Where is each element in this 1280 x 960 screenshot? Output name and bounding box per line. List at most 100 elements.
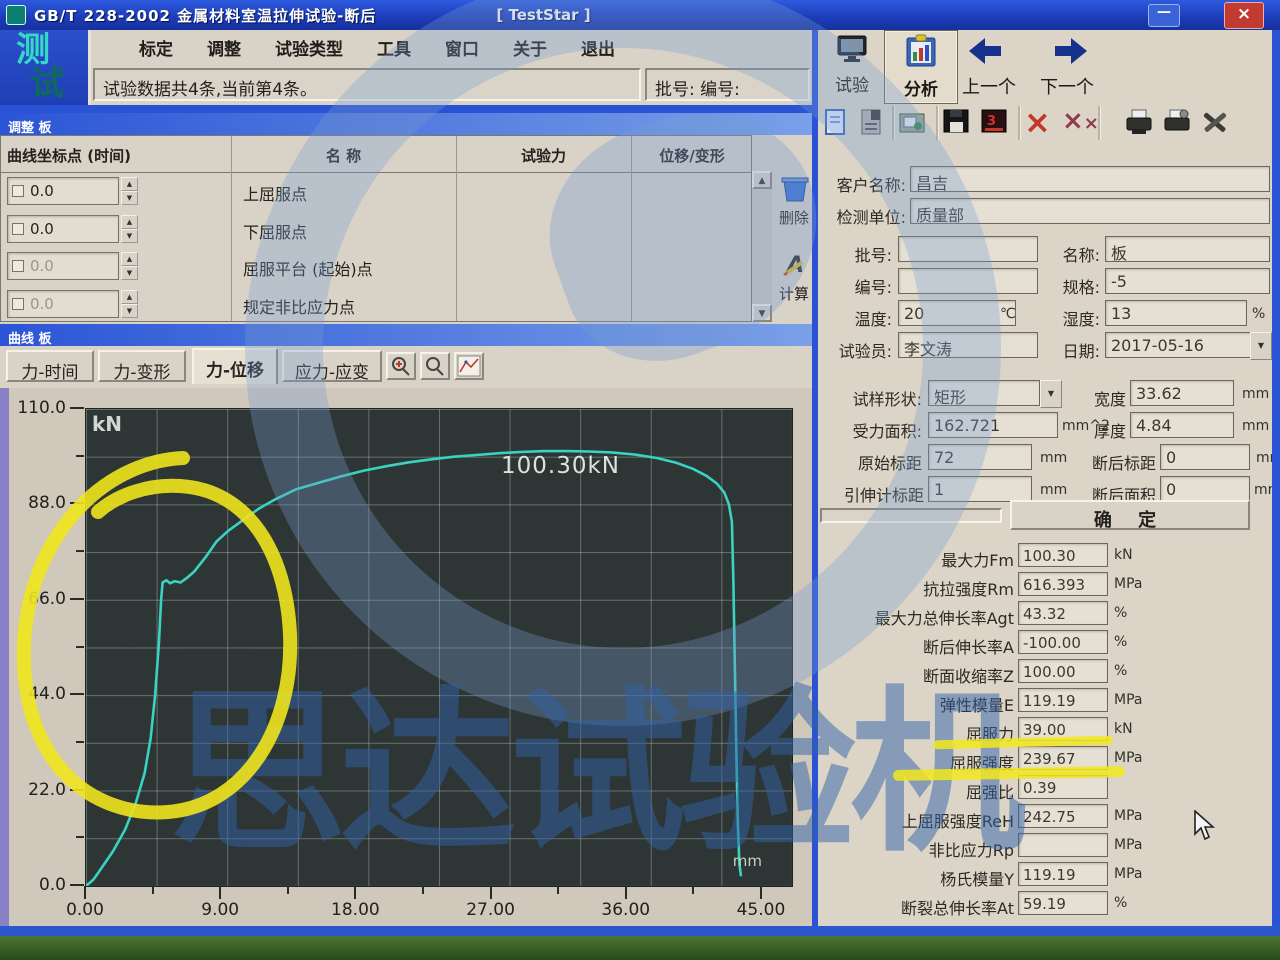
sample-spec-field[interactable]: -5 <box>1105 268 1270 294</box>
result-value-field[interactable]: 119.19 <box>1018 688 1108 712</box>
delete-icon[interactable]: × <box>1024 108 1054 138</box>
export-image-icon[interactable] <box>898 108 928 138</box>
previous-record-button[interactable]: 上一个 <box>956 36 1022 99</box>
chevron-down-icon[interactable]: ▼ <box>1040 380 1062 408</box>
toolbar-separator <box>1098 106 1101 140</box>
menu-item-5[interactable]: 窗口 <box>445 35 479 60</box>
menu-item-3[interactable]: 试验类型 <box>275 35 343 60</box>
save-html-icon[interactable]: 3 <box>980 108 1010 138</box>
checkbox[interactable] <box>12 298 24 310</box>
chevron-down-icon[interactable]: ▼ <box>1250 332 1272 360</box>
app-logo-char-1: 测 <box>16 33 50 67</box>
y-tick-minor <box>76 646 84 648</box>
spinner-down-icon[interactable]: ▼ <box>121 191 138 205</box>
column-header-4: 位移/变形 <box>631 145 753 166</box>
curve-marker-icon[interactable] <box>454 352 484 380</box>
humidity-field[interactable]: 13 <box>1105 300 1247 326</box>
column-divider <box>231 136 232 321</box>
result-value-field[interactable]: -100.00 <box>1018 630 1108 654</box>
specimen-shape-field[interactable]: 矩形 <box>928 380 1040 406</box>
value-spinner[interactable]: ▲▼ <box>121 252 138 278</box>
result-value-field[interactable]: 119.19 <box>1018 862 1108 886</box>
result-unit: MPa <box>1114 576 1142 592</box>
menu-item-7[interactable]: 退出 <box>581 35 615 60</box>
checkbox[interactable] <box>12 223 24 235</box>
result-label: 最大力Fm <box>818 547 1014 571</box>
after-gauge-field[interactable]: 0 <box>1160 444 1250 470</box>
close-button[interactable]: × <box>1224 2 1264 29</box>
test-date-field[interactable]: 2017-05-16 <box>1105 332 1251 358</box>
time-value-field[interactable]: 0.0 <box>7 252 119 280</box>
new-document-icon[interactable] <box>822 108 852 138</box>
scroll-up-icon[interactable]: ▲ <box>752 171 772 189</box>
spinner-up-icon[interactable]: ▲ <box>121 215 138 229</box>
value-spinner[interactable]: ▲▼ <box>121 215 138 241</box>
result-value-field[interactable]: 0.39 <box>1018 775 1108 799</box>
next-record-label: 下一个 <box>1034 73 1100 99</box>
result-value-field[interactable]: 242.75 <box>1018 804 1108 828</box>
value-spinner[interactable]: ▲▼ <box>121 290 138 316</box>
menu-item-4[interactable]: 工具 <box>377 35 411 60</box>
result-value-field[interactable]: 59.19 <box>1018 891 1108 915</box>
result-value-field[interactable]: 39.00 <box>1018 717 1108 741</box>
tools-icon[interactable] <box>1200 108 1230 138</box>
spinner-up-icon[interactable]: ▲ <box>121 177 138 191</box>
batch-number-field[interactable] <box>898 236 1038 262</box>
spinner-down-icon[interactable]: ▼ <box>121 266 138 280</box>
print-icon[interactable] <box>1124 108 1154 138</box>
time-value-field[interactable]: 0.0 <box>7 290 119 318</box>
table-scrollbar[interactable]: ▲▼ <box>752 171 772 322</box>
tab-应力-应变[interactable]: 应力-应变 <box>282 350 382 382</box>
spinner-down-icon[interactable]: ▼ <box>121 229 138 243</box>
result-value-field[interactable]: 100.00 <box>1018 659 1108 683</box>
value-spinner[interactable]: ▲▼ <box>121 177 138 203</box>
specimen-thickness-field[interactable]: 4.84 <box>1130 412 1234 438</box>
menu-item-6[interactable]: 关于 <box>513 35 547 60</box>
test-mode-button[interactable]: 试验 <box>824 34 880 96</box>
checkbox[interactable] <box>12 260 24 272</box>
delete-button[interactable]: 删除 <box>776 175 814 233</box>
zoom-in-icon[interactable] <box>386 352 416 380</box>
tab-力-时间[interactable]: 力-时间 <box>6 350 94 382</box>
save-icon[interactable] <box>942 108 972 138</box>
spinner-down-icon[interactable]: ▼ <box>121 304 138 318</box>
tab-力-变形[interactable]: 力-变形 <box>98 350 186 382</box>
result-value-field[interactable]: 43.32 <box>1018 601 1108 625</box>
next-record-button[interactable]: 下一个 <box>1034 36 1100 99</box>
spinner-up-icon[interactable]: ▲ <box>121 252 138 266</box>
time-value-field[interactable]: 0.0 <box>7 177 119 205</box>
checkbox[interactable] <box>12 185 24 197</box>
confirm-button[interactable]: 确 定 <box>1010 500 1250 530</box>
result-value-field[interactable]: 616.393 <box>1018 572 1108 596</box>
sample-number-field[interactable] <box>898 268 1038 294</box>
scroll-down-icon[interactable]: ▼ <box>752 304 772 322</box>
original-gauge-field[interactable]: 72 <box>928 444 1032 470</box>
menu-item-2[interactable]: 调整 <box>207 35 241 60</box>
result-label: 抗拉强度Rm <box>818 576 1014 600</box>
temperature-field[interactable]: 20 <box>898 300 1016 326</box>
sample-name-field[interactable]: 板 <box>1105 236 1270 262</box>
time-value-field[interactable]: 0.0 <box>7 215 119 243</box>
testing-org-field[interactable]: 质量部 <box>910 198 1270 224</box>
analysis-mode-button[interactable]: 分析 <box>884 30 958 104</box>
zoom-out-icon[interactable] <box>420 352 450 380</box>
extensometer-gauge-field[interactable]: 1 <box>928 476 1032 502</box>
specimen-width-field[interactable]: 33.62 <box>1130 380 1234 406</box>
minimize-button[interactable]: — <box>1148 4 1180 27</box>
report-icon[interactable] <box>858 108 888 138</box>
result-value-field[interactable] <box>1018 833 1108 857</box>
app-icon <box>6 5 26 25</box>
calculate-button[interactable]: A 计算 <box>776 250 814 310</box>
stress-area-field[interactable]: 162.721 <box>928 412 1058 438</box>
print-setup-icon[interactable] <box>1162 108 1192 138</box>
window-titlebar: GB/T 228-2002 金属材料室温拉伸试验-断后 [ TestStar ] <box>0 0 1280 30</box>
after-area-field[interactable]: 0 <box>1160 476 1250 502</box>
result-value-field[interactable]: 239.67 <box>1018 746 1108 770</box>
operator-field[interactable]: 李文涛 <box>898 332 1038 358</box>
spinner-up-icon[interactable]: ▲ <box>121 290 138 304</box>
customer-name-field[interactable]: 昌吉 <box>910 166 1270 192</box>
delete-all-icon[interactable]: ×× <box>1062 108 1092 138</box>
result-value-field[interactable]: 100.30 <box>1018 543 1108 567</box>
tab-力-位移[interactable]: 力-位移 <box>192 348 278 384</box>
menu-item-1[interactable]: 标定 <box>139 35 173 60</box>
